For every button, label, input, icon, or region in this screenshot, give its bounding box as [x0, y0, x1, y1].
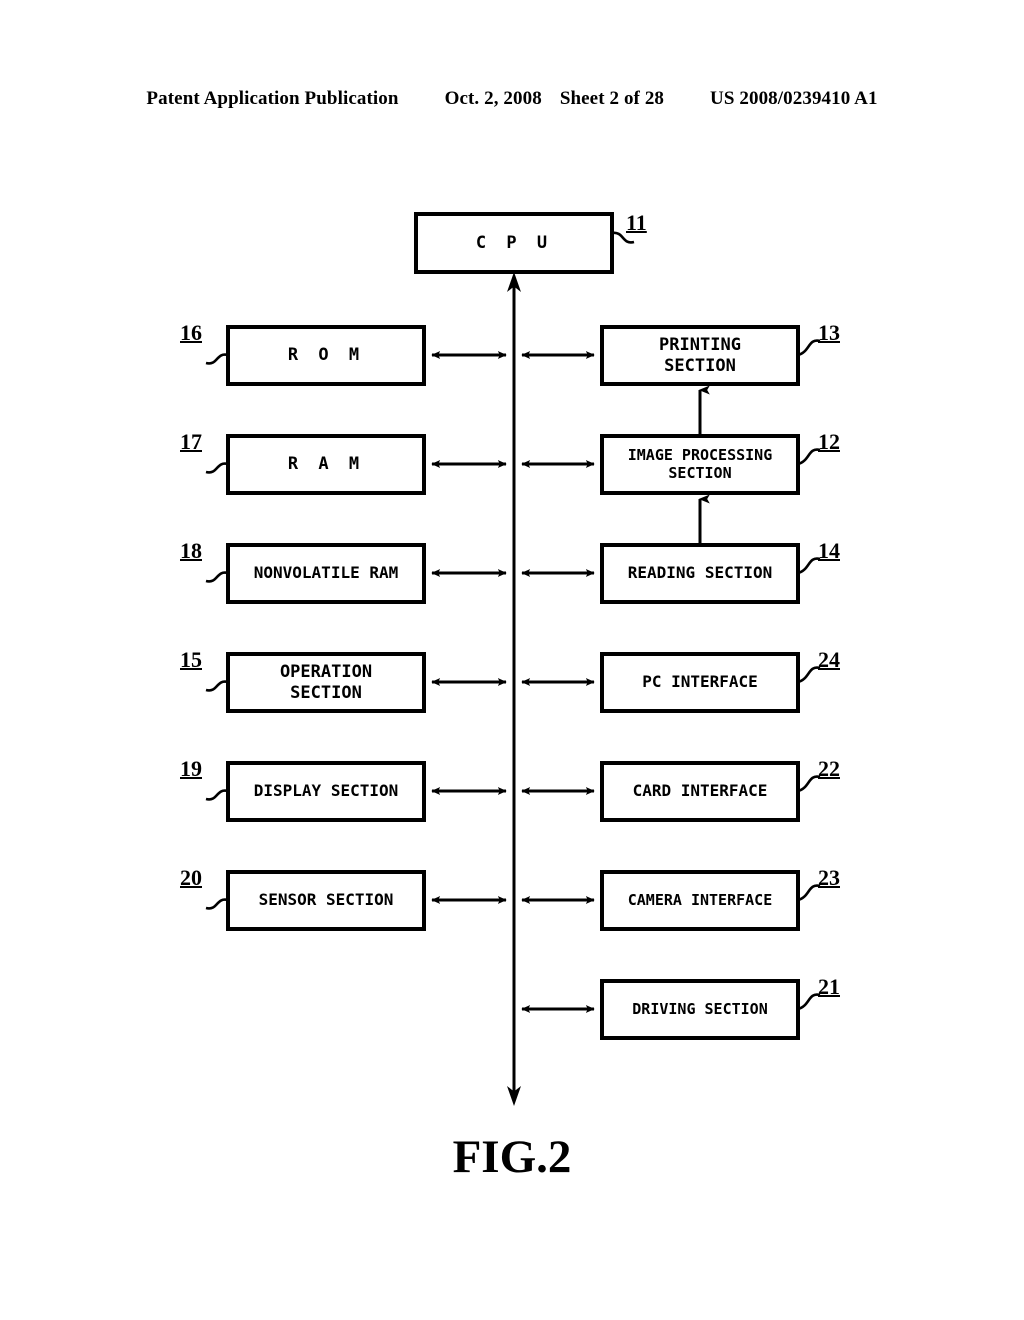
figure-caption: FIG.2: [452, 1131, 572, 1183]
cpu-block: [414, 212, 635, 274]
ref-numeral-16: 16: [180, 320, 202, 345]
right-bus-connectors: [521, 351, 595, 1013]
ref-numeral-19: 19: [180, 756, 202, 781]
ref-numeral-21: 21: [818, 974, 840, 999]
ref-numeral-20: 20: [180, 865, 202, 890]
ref-numeral-12: 12: [818, 429, 840, 454]
ref-numeral-22: 22: [818, 756, 840, 781]
figure-2-block-diagram: [0, 0, 1024, 1320]
left-column-blocks: [205, 325, 426, 931]
left-bus-connectors: [431, 351, 507, 904]
ref-numeral-23: 23: [818, 865, 840, 890]
ref-numeral-14: 14: [818, 538, 840, 563]
ref-numeral-15: 15: [180, 647, 202, 672]
ref-numeral-24: 24: [818, 647, 840, 672]
system-bus-line: [507, 272, 521, 1106]
right-column-blocks: [600, 325, 821, 1040]
ref-numeral-17: 17: [180, 429, 202, 454]
ref-numeral-11: 11: [626, 210, 647, 235]
ref-numeral-18: 18: [180, 538, 202, 563]
ref-numeral-13: 13: [818, 320, 840, 345]
